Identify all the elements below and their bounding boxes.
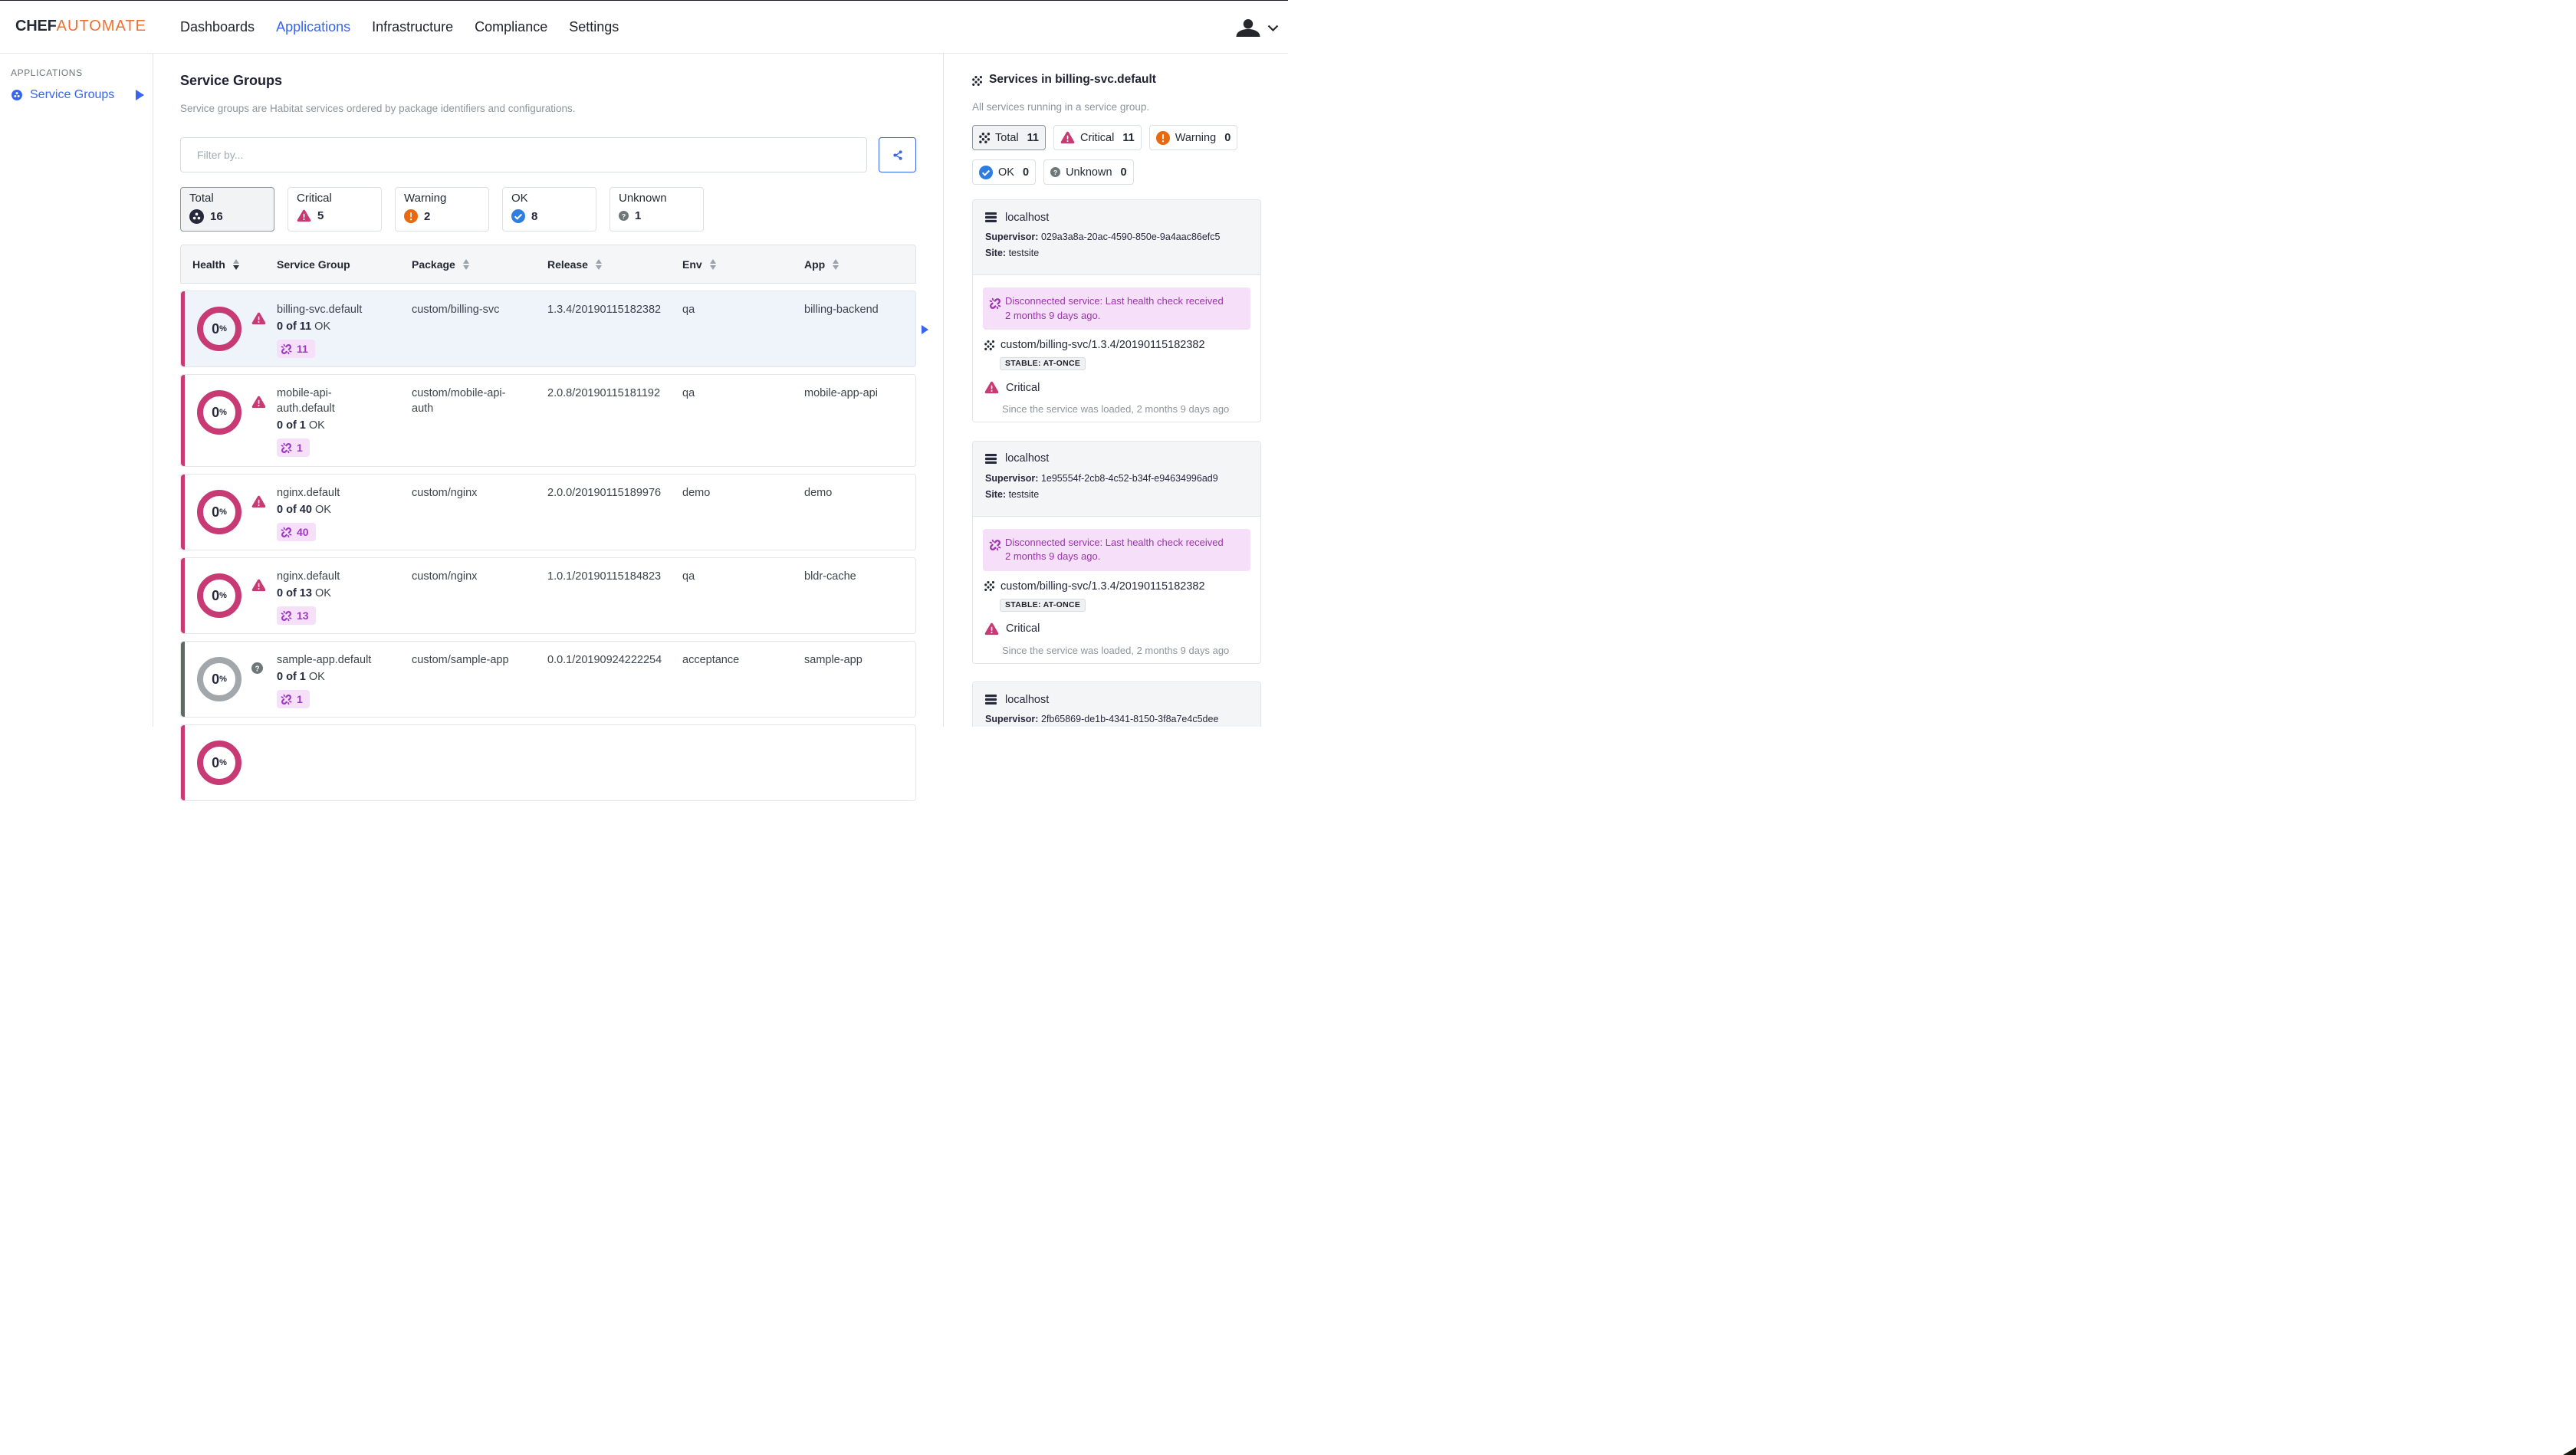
svg-text:?: ? bbox=[1053, 169, 1057, 176]
svg-text:?: ? bbox=[622, 212, 626, 220]
svg-text:?: ? bbox=[255, 665, 259, 673]
